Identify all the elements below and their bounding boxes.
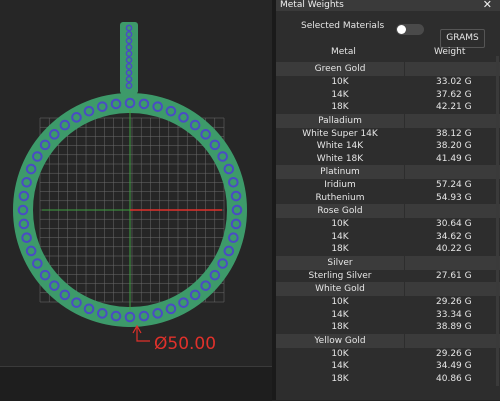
- group-row: White Gold: [276, 282, 500, 296]
- column-metal: Metal: [331, 47, 356, 57]
- column-divider: [404, 62, 405, 76]
- metal-name: Iridium: [324, 180, 356, 190]
- metal-name: White 14K: [316, 141, 364, 151]
- metal-weight: 33.34 G: [436, 309, 472, 320]
- metal-name: White 18K: [316, 153, 364, 164]
- table-row[interactable]: White 14K 38.20 G: [276, 140, 500, 153]
- group-row: Palladium: [276, 113, 500, 128]
- table-row[interactable]: 18K 40.22 G: [276, 243, 500, 256]
- group-name: Green Gold: [314, 64, 366, 74]
- table-row[interactable]: 14K 33.34 G: [276, 309, 500, 322]
- weights-table: Green Gold 10K 33.02 G 14K 37.62 G 18K 42.21 G…: [276, 62, 500, 385]
- panel-titlebar: Metal Weights ✕: [276, 0, 500, 11]
- metal-name: 18K: [331, 102, 349, 112]
- metal-name: 14K: [331, 361, 349, 371]
- column-divider: [404, 282, 405, 296]
- metal-name: 18K: [331, 322, 349, 332]
- table-row[interactable]: 14K 34.62 G: [276, 231, 500, 244]
- viewport-status-area: [0, 366, 272, 401]
- metal-weight: 40.86 G: [436, 373, 472, 384]
- 3d-viewport[interactable]: Ø50.00: [0, 0, 272, 400]
- metal-weight: 30.64 G: [436, 219, 472, 229]
- metal-name: 10K: [331, 348, 349, 359]
- metal-weight: 34.49 G: [436, 361, 472, 371]
- metal-name: 10K: [331, 297, 349, 307]
- table-row[interactable]: 14K 34.49 G: [276, 360, 500, 373]
- ring-drawing: Ø50.00: [13, 22, 247, 354]
- table-row[interactable]: White 18K 41.49 G: [276, 153, 500, 166]
- metal-weight: 54.93 G: [436, 192, 472, 203]
- metal-name: White Super 14K: [302, 128, 378, 139]
- metal-weight: 38.89 G: [436, 322, 472, 332]
- group-row: Silver: [276, 255, 500, 270]
- metal-weights-panel: Metal Weights ✕ Selected Materials GRAMS…: [276, 0, 500, 400]
- metal-weight: 42.21 G: [436, 102, 472, 112]
- column-divider: [404, 255, 405, 270]
- table-row[interactable]: Sterling Silver 27.61 G: [276, 270, 500, 283]
- close-icon[interactable]: ✕: [483, 0, 492, 11]
- table-row[interactable]: 14K 37.62 G: [276, 89, 500, 102]
- metal-name: Sterling Silver: [308, 270, 372, 281]
- column-divider: [404, 204, 405, 218]
- metal-name: 18K: [331, 244, 349, 254]
- metal-weight: 41.49 G: [436, 153, 472, 164]
- metal-weight: 38.20 G: [436, 141, 472, 151]
- group-name: Platinum: [320, 167, 360, 177]
- table-row[interactable]: 18K 38.89 G: [276, 321, 500, 334]
- diameter-label: Ø50.00: [154, 334, 216, 354]
- table-row[interactable]: 10K 33.02 G: [276, 76, 500, 89]
- selected-materials-label: Selected Materials: [301, 21, 385, 31]
- metal-name: 18K: [331, 373, 349, 384]
- metal-weight: 37.62 G: [436, 89, 472, 100]
- metal-weight: 40.22 G: [436, 244, 472, 254]
- column-divider: [404, 165, 405, 179]
- group-row: Green Gold: [276, 62, 500, 76]
- metal-weight: 27.61 G: [436, 270, 472, 281]
- group-row: Yellow Gold: [276, 333, 500, 348]
- table-row[interactable]: 10K 29.26 G: [276, 348, 500, 361]
- group-name: White Gold: [315, 284, 365, 294]
- table-row[interactable]: 10K 30.64 G: [276, 218, 500, 231]
- panel-title: Metal Weights: [280, 0, 344, 10]
- table-row[interactable]: White Super 14K 38.12 G: [276, 128, 500, 141]
- metal-weight: 57.24 G: [436, 180, 472, 190]
- metal-name: 14K: [331, 89, 349, 100]
- metal-name: 14K: [331, 231, 349, 242]
- group-row: Rose Gold: [276, 204, 500, 218]
- metal-weight: 29.26 G: [436, 348, 472, 359]
- group-name: Palladium: [318, 115, 362, 126]
- column-divider: [404, 333, 405, 348]
- selected-materials-toggle[interactable]: [396, 24, 424, 35]
- scrollbar[interactable]: [496, 56, 499, 386]
- group-row: Platinum: [276, 165, 500, 179]
- metal-name: 10K: [331, 77, 349, 87]
- metal-weight: 34.62 G: [436, 231, 472, 242]
- metal-weight: 33.02 G: [436, 77, 472, 87]
- table-row[interactable]: 10K 29.26 G: [276, 296, 500, 309]
- metal-weight: 29.26 G: [436, 297, 472, 307]
- group-name: Silver: [327, 257, 353, 268]
- metal-name: Ruthenium: [315, 192, 365, 203]
- metal-name: 10K: [331, 219, 349, 229]
- metal-weight: 38.12 G: [436, 128, 472, 139]
- selected-materials-row: Selected Materials GRAMS: [276, 11, 500, 48]
- table-row[interactable]: 18K 40.86 G: [276, 373, 500, 386]
- metal-name: 14K: [331, 309, 349, 320]
- table-row[interactable]: Iridium 57.24 G: [276, 179, 500, 192]
- group-name: Rose Gold: [317, 206, 363, 216]
- table-row[interactable]: 18K 42.21 G: [276, 101, 500, 114]
- table-row[interactable]: Ruthenium 54.93 G: [276, 192, 500, 205]
- column-weight: Weight: [434, 47, 466, 57]
- table-header: Metal Weight: [276, 44, 500, 62]
- toggle-knob: [397, 25, 406, 34]
- group-name: Yellow Gold: [314, 335, 366, 346]
- dimension-callout: [132, 324, 150, 342]
- column-divider: [404, 113, 405, 128]
